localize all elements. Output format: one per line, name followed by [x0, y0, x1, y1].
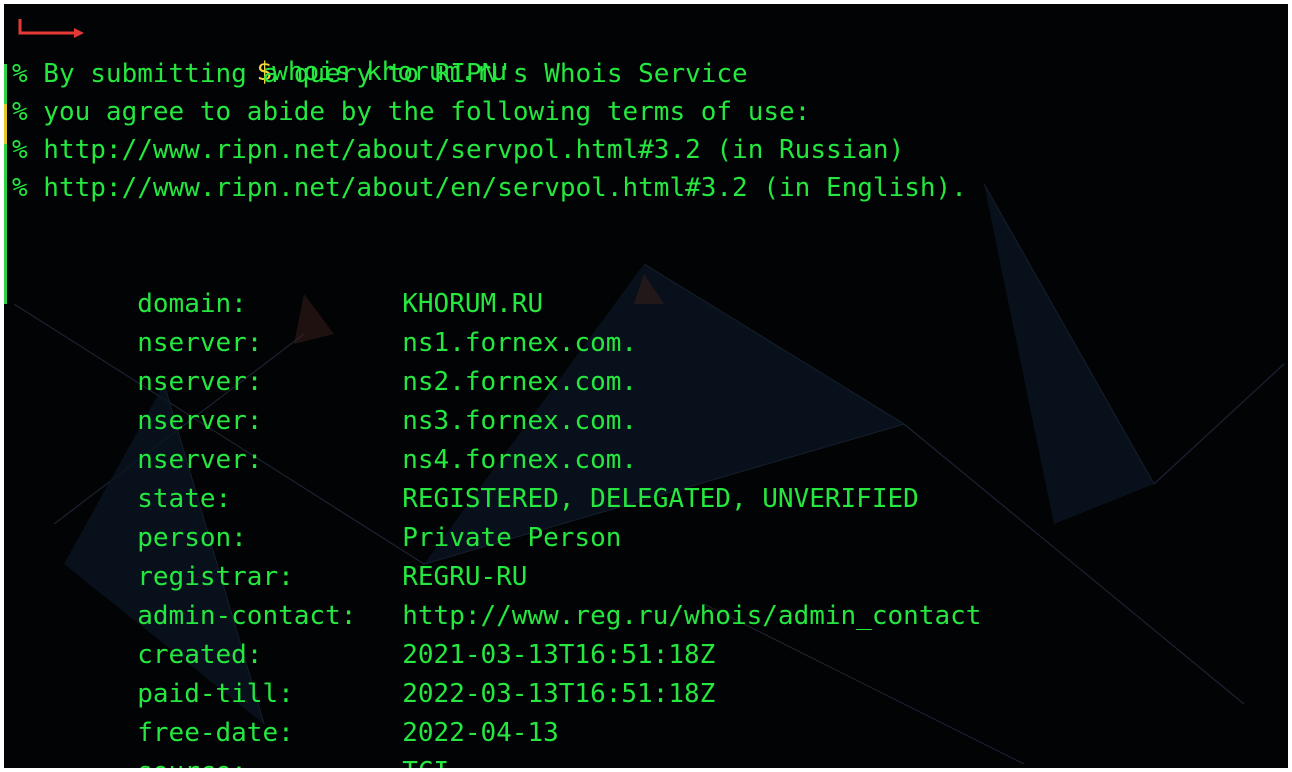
prompt-arrow-icon: [18, 19, 84, 38]
whois-record-row: paid-till: 2022-03-13T16:51:18Z: [12, 637, 715, 709]
notice-line: % you agree to abide by the following te…: [12, 97, 811, 127]
terminal-window[interactable]: $whois khorum.ru % By submitting a query…: [4, 4, 1288, 768]
prompt-line: $whois khorum.ru: [12, 15, 507, 87]
whois-record-row: nserver: ns2.fornex.com.: [12, 325, 637, 397]
whois-record-row: source:TCI: [12, 715, 449, 768]
whois-record-row: person: Private Person: [12, 481, 621, 553]
whois-record-row: state: REGISTERED, DELEGATED, UNVERIFIED: [12, 442, 919, 514]
screenshot-page: $whois khorum.ru % By submitting a query…: [0, 0, 1292, 772]
whois-record-row: admin-contact: http://www.reg.ru/whois/ad…: [12, 559, 981, 631]
notice-line: % By submitting a query to RIPN's Whois …: [12, 59, 748, 89]
notice-line: % http://www.ripn.net/about/en/servpol.h…: [12, 173, 967, 203]
terminal-output[interactable]: $whois khorum.ru % By submitting a query…: [12, 4, 1288, 768]
whois-record-row: created: 2021-03-13T16:51:18Z: [12, 598, 715, 670]
whois-record-row: nserver: ns1.fornex.com.: [12, 286, 637, 358]
whois-record-row: registrar: REGRU-RU: [12, 520, 527, 592]
whois-record-row: domain: KHORUM.RU: [12, 247, 543, 319]
record-value: TCI: [402, 757, 449, 768]
whois-record-row: nserver: ns3.fornex.com.: [12, 364, 637, 436]
whois-record-row: free-date: 2022-04-13: [12, 676, 559, 748]
record-key: source:: [137, 753, 402, 768]
notice-line: % http://www.ripn.net/about/servpol.html…: [12, 135, 905, 165]
whois-record-row: nserver: ns4.fornex.com.: [12, 403, 637, 475]
